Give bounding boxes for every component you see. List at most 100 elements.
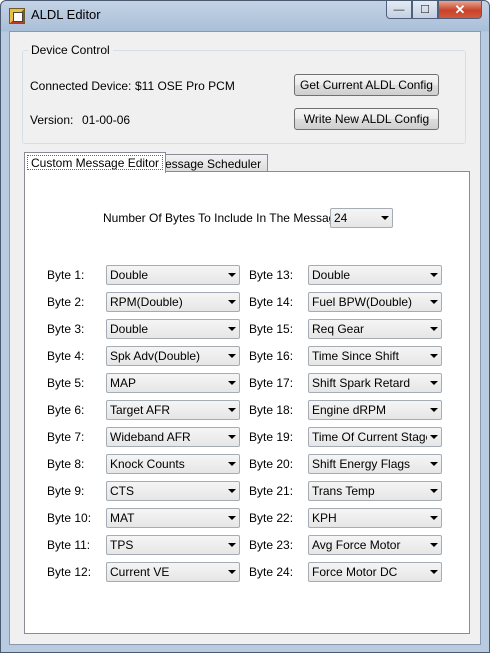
chevron-down-icon xyxy=(427,374,441,392)
byte-label: Byte 14: xyxy=(249,295,294,309)
byte-label: Byte 6: xyxy=(47,403,85,417)
byte-select-value: TPS xyxy=(110,538,134,552)
byte-label: Byte 5: xyxy=(47,376,85,390)
byte-select[interactable]: Engine dRPM xyxy=(308,400,442,420)
byte-select[interactable]: Req Gear xyxy=(308,319,442,339)
byte-label: Byte 23: xyxy=(249,538,294,552)
chevron-down-icon xyxy=(225,482,239,500)
byte-select[interactable]: CTS xyxy=(106,481,240,501)
byte-select[interactable]: RPM(Double) xyxy=(106,292,240,312)
byte-select[interactable]: Knock Counts xyxy=(106,454,240,474)
minimize-button[interactable]: — xyxy=(386,1,412,19)
close-icon: ✕ xyxy=(454,1,466,17)
window-title: ALDL Editor xyxy=(31,7,101,22)
chevron-down-icon xyxy=(225,509,239,527)
byte-select[interactable]: Target AFR xyxy=(106,400,240,420)
byte-select[interactable]: Time Since Shift xyxy=(308,346,442,366)
byte-select[interactable]: Time Of Current Stage xyxy=(308,427,442,447)
num-bytes-label: Number Of Bytes To Include In The Messag… xyxy=(103,211,346,225)
chevron-down-icon xyxy=(225,536,239,554)
byte-select[interactable]: Double xyxy=(106,265,240,285)
close-button[interactable]: ✕ xyxy=(438,1,482,19)
byte-select[interactable]: Fuel BPW(Double) xyxy=(308,292,442,312)
chevron-down-icon xyxy=(427,428,441,446)
chevron-down-icon xyxy=(225,266,239,284)
byte-select-value: Double xyxy=(312,268,351,282)
byte-select-value: Double xyxy=(110,268,149,282)
byte-select[interactable]: MAP xyxy=(106,373,240,393)
byte-select-value: Double xyxy=(110,322,149,336)
chevron-down-icon xyxy=(225,563,239,581)
get-config-button[interactable]: Get Current ALDL Config xyxy=(294,74,439,96)
chevron-down-icon xyxy=(225,293,239,311)
device-control-group: Device Control Connected Device: $11 OSE… xyxy=(22,43,466,144)
byte-label: Byte 22: xyxy=(249,511,294,525)
minimize-icon: — xyxy=(393,3,405,16)
chevron-down-icon xyxy=(225,401,239,419)
version-value: 01-00-06 xyxy=(82,113,131,127)
window-client-area: Device Control Connected Device: $11 OSE… xyxy=(9,31,481,645)
byte-select[interactable]: Avg Force Motor xyxy=(308,535,442,555)
byte-select[interactable]: Shift Energy Flags xyxy=(308,454,442,474)
byte-label: Byte 21: xyxy=(249,484,294,498)
byte-label: Byte 18: xyxy=(249,403,294,417)
byte-label: Byte 10: xyxy=(47,511,92,525)
byte-select[interactable]: Wideband AFR xyxy=(106,427,240,447)
tab-custom-message-editor[interactable]: Custom Message Editor xyxy=(24,152,167,173)
chevron-down-icon xyxy=(225,428,239,446)
byte-select[interactable]: Double xyxy=(106,319,240,339)
title-bar[interactable]: ALDL Editor — ☐ ✕ xyxy=(1,1,489,29)
chevron-down-icon xyxy=(225,320,239,338)
chevron-down-icon xyxy=(427,347,441,365)
byte-select[interactable]: MAT xyxy=(106,508,240,528)
byte-select-value: Wideband AFR xyxy=(110,430,191,444)
version-label: Version: xyxy=(30,113,74,127)
byte-select-value: Shift Spark Retard xyxy=(312,376,411,390)
byte-label: Byte 8: xyxy=(47,457,85,471)
byte-select[interactable]: Spk Adv(Double) xyxy=(106,346,240,366)
byte-select[interactable]: Trans Temp xyxy=(308,481,442,501)
chevron-down-icon xyxy=(427,401,441,419)
byte-select-value: Shift Energy Flags xyxy=(312,457,411,471)
byte-label: Byte 24: xyxy=(249,565,294,579)
byte-select[interactable]: Current VE xyxy=(106,562,240,582)
byte-select-value: Current VE xyxy=(110,565,170,579)
byte-select[interactable]: TPS xyxy=(106,535,240,555)
byte-select[interactable]: Shift Spark Retard xyxy=(308,373,442,393)
byte-select-value: Spk Adv(Double) xyxy=(110,349,201,363)
byte-label: Byte 13: xyxy=(249,268,294,282)
byte-select-value: Avg Force Motor xyxy=(312,538,401,552)
chevron-down-icon xyxy=(427,320,441,338)
byte-select-value: Time Of Current Stage xyxy=(312,430,427,444)
byte-select[interactable]: Double xyxy=(308,265,442,285)
chevron-down-icon xyxy=(225,374,239,392)
connected-device-value: $11 OSE Pro PCM xyxy=(135,79,235,93)
maximize-button[interactable]: ☐ xyxy=(412,1,438,19)
byte-select-value: CTS xyxy=(110,484,134,498)
chevron-down-icon xyxy=(427,536,441,554)
chevron-down-icon xyxy=(427,293,441,311)
custom-message-editor-panel: Number Of Bytes To Include In The Messag… xyxy=(24,171,470,634)
aldl-editor-window: ALDL Editor — ☐ ✕ Device Control Connect… xyxy=(0,0,490,653)
byte-label: Byte 19: xyxy=(249,430,294,444)
byte-select[interactable]: Force Motor DC xyxy=(308,562,442,582)
byte-select[interactable]: KPH xyxy=(308,508,442,528)
byte-select-value: KPH xyxy=(312,511,337,525)
chevron-down-icon xyxy=(427,482,441,500)
app-icon xyxy=(9,8,25,24)
byte-select-value: Time Since Shift xyxy=(312,349,399,363)
byte-label: Byte 17: xyxy=(249,376,294,390)
byte-label: Byte 2: xyxy=(47,295,85,309)
byte-label: Byte 3: xyxy=(47,322,85,336)
byte-select-value: RPM(Double) xyxy=(110,295,183,309)
device-control-title: Device Control xyxy=(28,43,113,57)
byte-label: Byte 7: xyxy=(47,430,85,444)
byte-label: Byte 12: xyxy=(47,565,92,579)
byte-select-value: MAP xyxy=(110,376,137,390)
byte-label: Byte 9: xyxy=(47,484,85,498)
chevron-down-icon xyxy=(427,509,441,527)
maximize-icon: ☐ xyxy=(420,4,430,16)
caption-buttons: — ☐ ✕ xyxy=(386,1,482,20)
num-bytes-select[interactable]: 24 xyxy=(330,208,393,228)
write-config-button[interactable]: Write New ALDL Config xyxy=(294,108,439,130)
